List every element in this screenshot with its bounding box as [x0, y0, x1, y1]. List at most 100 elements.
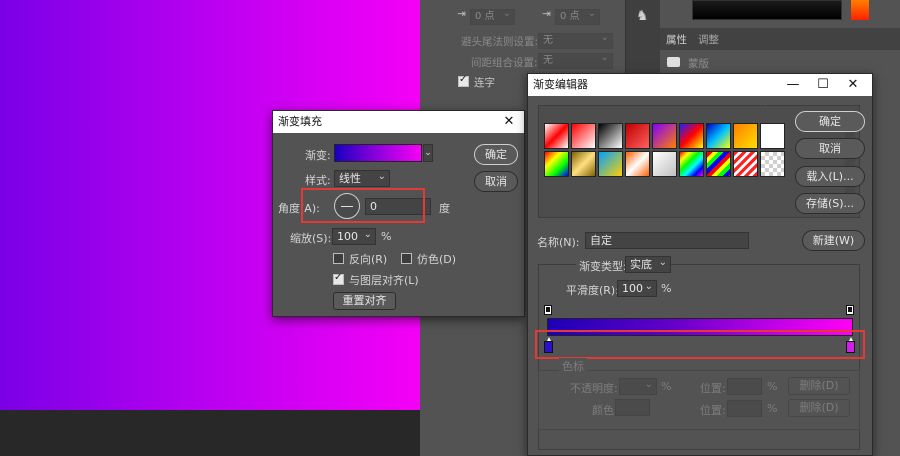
stops-label: 色标: [559, 358, 587, 374]
chevron-down-icon: ⌄: [644, 281, 653, 292]
name-input[interactable]: 自定: [585, 232, 749, 249]
baseline-icon: ⇥: [542, 8, 551, 20]
close-icon[interactable]: ✕: [838, 74, 868, 96]
dialog-title: 渐变填充: [278, 115, 322, 128]
color-label: 颜色:: [592, 404, 618, 417]
hyphen-select[interactable]: 无: [538, 31, 613, 49]
angle-unit: 度: [439, 202, 450, 215]
chevron-down-icon: ⌄: [377, 171, 386, 182]
tab-adjust[interactable]: 调整: [698, 32, 719, 47]
scale-label: 缩放(S):: [290, 232, 332, 245]
cancel-button[interactable]: 取消: [474, 171, 518, 192]
opacity-stop-left[interactable]: [544, 305, 552, 315]
gradient-preset-14[interactable]: [652, 151, 677, 177]
gradient-fill-titlebar[interactable]: 渐变填充 ✕: [273, 111, 524, 133]
gradient-editor-titlebar[interactable]: 渐变编辑器 — ☐ ✕: [528, 74, 872, 96]
smoothness-select[interactable]: 100 ⌄: [617, 280, 657, 297]
gradient-type-label: 渐变类型:: [576, 258, 630, 274]
chevron-down-icon[interactable]: ⌄: [423, 144, 433, 162]
chevron-down-icon: ⌄: [363, 229, 372, 240]
properties-tabs: 属性 调整: [660, 28, 900, 50]
chevron-down-icon: ⌄: [644, 379, 653, 390]
location-unit: %: [767, 380, 778, 393]
location-label: 位置:: [700, 382, 726, 395]
gradient-preset-12[interactable]: [598, 151, 623, 177]
gradient-fill-dialog: 渐变填充 ✕ 渐变: ⌄ 样式: 线性 ⌄ 角度(A): 0 度 缩放(S): …: [272, 110, 525, 317]
reverse-label: 反向(R): [349, 253, 388, 266]
save-button[interactable]: 存储(S)...: [795, 193, 865, 214]
highlight-box: [535, 330, 865, 359]
highlight-box: [301, 188, 425, 223]
name-label: 名称(N):: [537, 236, 580, 249]
scale-unit: %: [381, 230, 392, 243]
opacity-stop-right[interactable]: [846, 305, 854, 315]
location-input-2[interactable]: [727, 400, 762, 417]
gradient-swatch[interactable]: [334, 144, 422, 162]
ok-button[interactable]: 确定: [474, 144, 518, 165]
gradient-preset-15[interactable]: [679, 151, 704, 177]
load-button[interactable]: 载入(L)...: [795, 166, 865, 187]
scale-select[interactable]: 100 ⌄: [332, 228, 376, 245]
ligature-label: 连字: [474, 77, 495, 89]
style-label: 样式:: [305, 174, 331, 187]
close-icon[interactable]: ✕: [494, 111, 524, 133]
gradient-preset-16[interactable]: [706, 151, 731, 177]
gradient-preset-4[interactable]: [625, 123, 650, 149]
opacity-select[interactable]: ⌄: [619, 378, 657, 395]
gradient-label: 渐变:: [305, 149, 331, 162]
gradient-preset-10[interactable]: [544, 151, 569, 177]
gradient-preset-2[interactable]: [571, 123, 596, 149]
tab-properties[interactable]: 属性: [666, 32, 687, 47]
scale-select-value: 100: [337, 230, 358, 243]
location-label-2: 位置:: [700, 404, 726, 417]
opacity-label: 不透明度:: [570, 382, 618, 395]
gradient-type-select[interactable]: 实底 ⌄: [625, 256, 671, 273]
gradient-preset-6[interactable]: [679, 123, 704, 149]
smoothness-value: 100: [622, 282, 643, 295]
opacity-unit: %: [661, 380, 672, 393]
gradient-preset-8[interactable]: [733, 123, 758, 149]
mask-icon[interactable]: [667, 57, 680, 67]
character-panel-icon[interactable]: ♞: [636, 8, 649, 24]
spacing-select[interactable]: 无: [538, 51, 613, 69]
gradient-preset-17[interactable]: [733, 151, 758, 177]
style-select[interactable]: 线性 ⌄: [334, 170, 390, 187]
gradient-preset-9[interactable]: [760, 123, 785, 149]
ligature-checkbox[interactable]: [458, 74, 469, 87]
dialog-title: 渐变编辑器: [533, 78, 588, 91]
minimize-icon[interactable]: —: [778, 74, 808, 96]
gradient-preset-5[interactable]: [652, 123, 677, 149]
gradient-preset-3[interactable]: [598, 123, 623, 149]
dither-checkbox[interactable]: [401, 253, 412, 264]
tracking-field[interactable]: 0 点: [470, 7, 515, 25]
location-unit-2: %: [767, 402, 778, 415]
gradient-preset-11[interactable]: [571, 151, 596, 177]
chevron-down-icon: ⌄: [658, 257, 667, 268]
ok-button[interactable]: 确定: [795, 111, 865, 132]
gradient-preset-7[interactable]: [706, 123, 731, 149]
workspace-background: [0, 410, 420, 456]
reverse-checkbox[interactable]: [333, 253, 344, 264]
delete-opacity-stop-button[interactable]: 删除(D): [788, 377, 850, 395]
align-label: 与图层对齐(L): [349, 274, 419, 287]
spacing-label: 间距组合设置:: [471, 57, 538, 69]
hyphen-label: 避头尾法则设置:: [461, 36, 539, 48]
gradient-preset-13[interactable]: [625, 151, 650, 177]
location-input[interactable]: [727, 378, 762, 395]
maximize-icon[interactable]: ☐: [808, 74, 838, 96]
delete-color-stop-button[interactable]: 删除(D): [788, 399, 850, 417]
hue-slider[interactable]: [851, 0, 869, 20]
photoshop-workspace: ⇥ 0 点 ⇥ 0 点 避头尾法则设置: 无 间距组合设置: 无 连字 ♞ 属性…: [0, 0, 900, 456]
new-button[interactable]: 新建(W): [802, 230, 865, 251]
reset-align-button[interactable]: 重置对齐: [333, 292, 396, 310]
color-picker-field[interactable]: [692, 0, 842, 20]
dither-label: 仿色(D): [417, 253, 457, 266]
baseline-field[interactable]: 0 点: [555, 7, 600, 25]
color-swatch[interactable]: [615, 399, 650, 416]
align-checkbox[interactable]: [333, 272, 344, 285]
cancel-button[interactable]: 取消: [795, 138, 865, 159]
mask-label: 蒙版: [688, 58, 709, 70]
gradient-preset-18[interactable]: [760, 151, 785, 177]
gradient-preset-1[interactable]: [544, 123, 569, 149]
gradient-type-value: 实底: [630, 258, 652, 271]
